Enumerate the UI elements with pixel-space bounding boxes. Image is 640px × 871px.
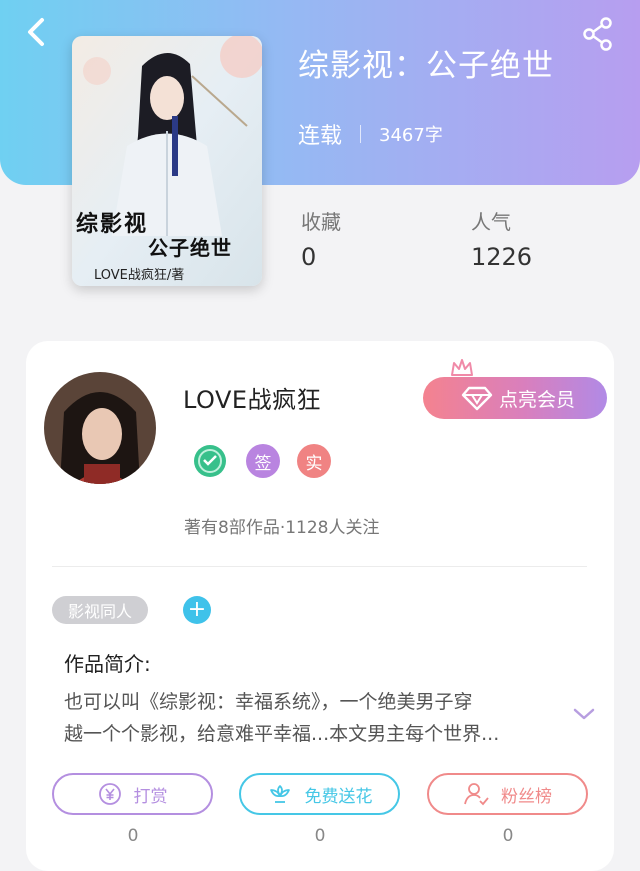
meta-divider — [360, 125, 362, 143]
reward-button[interactable]: 打赏 — [52, 773, 213, 815]
back-button[interactable] — [20, 16, 54, 50]
book-meta: 连载 3467字 — [298, 118, 443, 150]
favorites-label: 收藏 — [301, 210, 341, 234]
popularity-label: 人气 — [471, 210, 511, 234]
book-title: 综影视：公子绝世 — [298, 48, 554, 84]
send-flower-label: 免费送花 — [304, 786, 373, 807]
vip-button-label: 点亮会员 — [499, 388, 576, 411]
reward-count: 0 — [127, 826, 139, 846]
cover-author: LOVE战疯狂/著 — [94, 268, 185, 283]
diamond-icon — [461, 386, 493, 411]
author-name[interactable]: LOVE战疯狂 — [183, 380, 321, 415]
cover-title: 综影视 — [76, 211, 149, 237]
level-badge-icon — [193, 444, 227, 478]
cover-subtitle: 公子绝世 — [148, 236, 232, 260]
intro-line: 也可以叫《综影视：幸福系统》，一个绝美男子穿 — [64, 691, 473, 713]
fan-ranking-label: 粉丝榜 — [501, 786, 552, 807]
fan-count: 0 — [502, 826, 514, 846]
chevron-down-icon[interactable] — [572, 704, 596, 724]
crown-icon — [451, 359, 473, 376]
chevron-left-icon — [28, 18, 44, 46]
flower-icon — [269, 785, 290, 803]
fans-icon — [464, 783, 489, 806]
divider — [52, 566, 587, 567]
author-works-summary: 著有8部作品·1128人关注 — [184, 518, 380, 538]
send-flower-button[interactable]: 免费送花 — [239, 773, 400, 815]
book-cover[interactable]: 综影视 公子绝世 LOVE战疯狂/著 — [72, 36, 262, 286]
signed-badge: 签 — [246, 444, 280, 478]
intro-text: 也可以叫《综影视：幸福系统》，一个绝美男子穿 越一个个影视，给意难平幸福...本… — [64, 686, 554, 750]
yen-icon — [98, 783, 121, 805]
intro-line: 越一个个影视，给意难平幸福...本文男主每个世界... — [64, 723, 500, 745]
vip-button[interactable]: 点亮会员 — [423, 377, 607, 419]
fan-ranking-button[interactable]: 粉丝榜 — [427, 773, 588, 815]
word-count: 3467字 — [379, 125, 443, 146]
flower-count: 0 — [314, 826, 326, 846]
intro-heading: 作品简介: — [64, 652, 151, 676]
reward-label: 打赏 — [133, 786, 168, 807]
favorites-value: 0 — [301, 243, 317, 271]
genre-tag[interactable]: 影视同人 — [52, 596, 148, 624]
verified-badge: 实 — [297, 444, 331, 478]
add-tag-button[interactable]: + — [183, 596, 211, 624]
popularity-value: 1226 — [471, 243, 533, 271]
author-avatar[interactable] — [44, 372, 156, 484]
serial-status: 连载 — [298, 124, 343, 149]
